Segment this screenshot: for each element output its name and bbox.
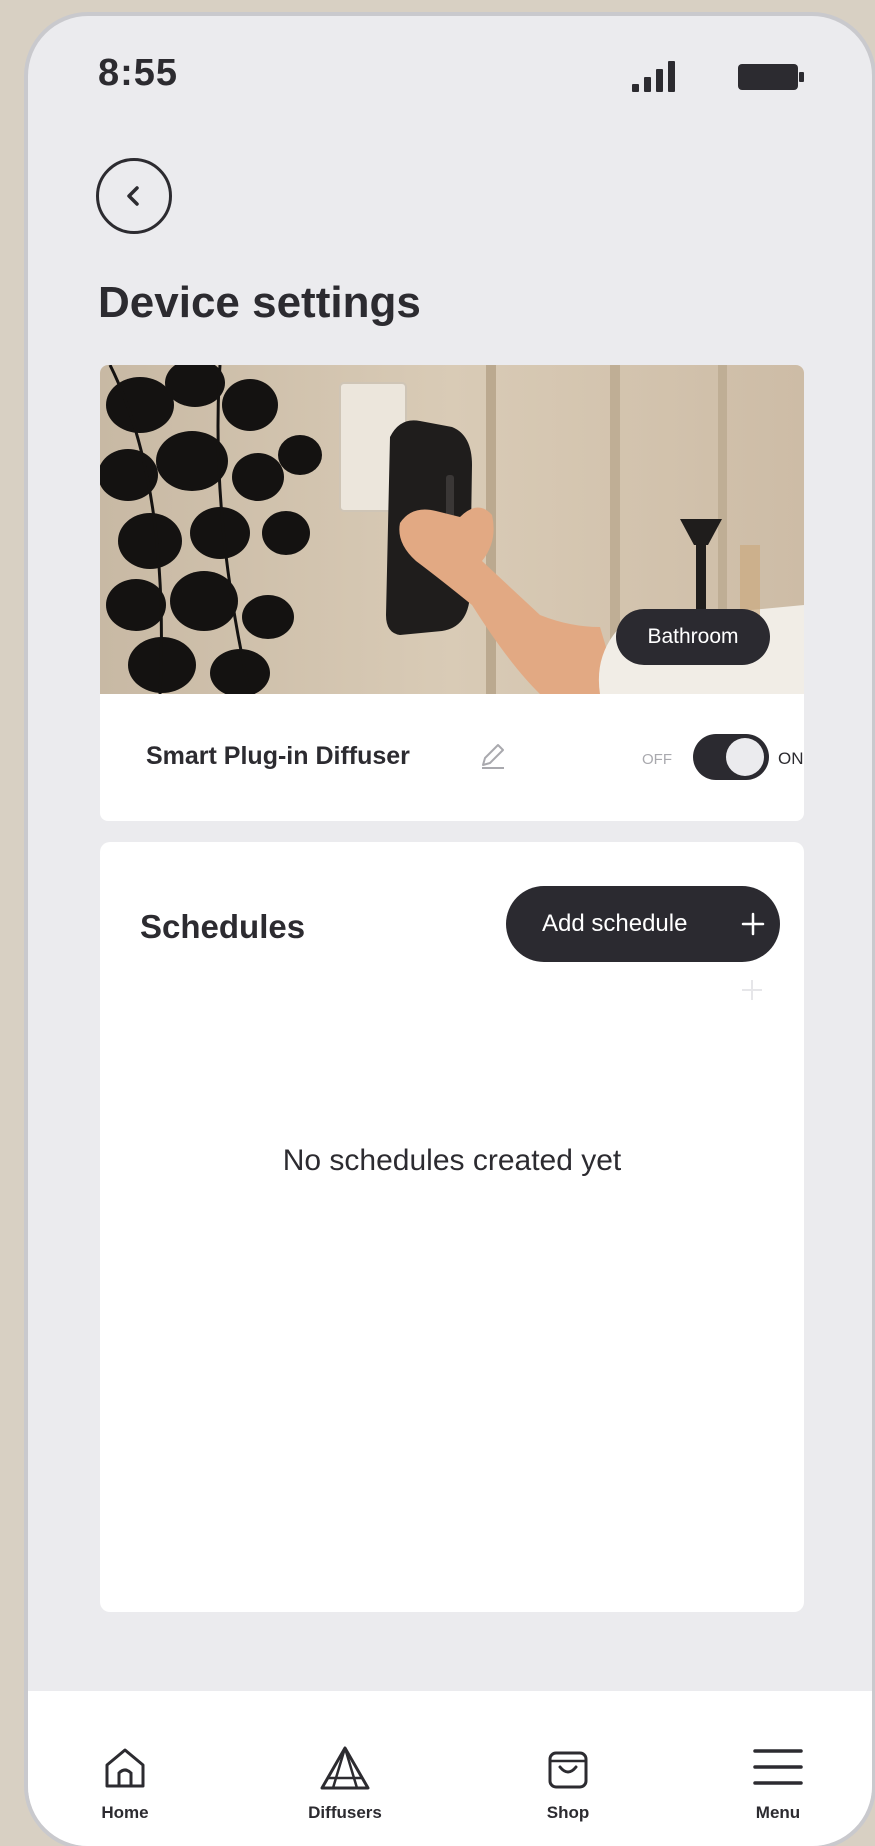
back-button[interactable] (96, 158, 172, 234)
home-icon (105, 1748, 145, 1788)
add-schedule-label: Add schedule (542, 910, 688, 937)
device-card: Bathroom Smart Plug-in Diffuser OFF ON (100, 365, 804, 821)
tab-shop-label: Shop (546, 1803, 590, 1822)
status-bar: 8:55 (28, 16, 872, 126)
phone-screen: 8:55 Device settings Bathroom Smart Plug… (28, 16, 872, 1846)
pencil-edit-icon[interactable] (476, 740, 508, 772)
device-name: Smart Plug-in Diffuser (146, 742, 410, 770)
toggle-knob (726, 738, 764, 776)
tab-menu[interactable]: Menu (708, 1691, 848, 1841)
diffuser-icon (320, 1746, 370, 1790)
toggle-on-label: ON (778, 749, 804, 768)
hamburger-menu-icon (753, 1749, 803, 1785)
tab-home[interactable]: Home (55, 1691, 195, 1841)
room-badge[interactable]: Bathroom (616, 609, 770, 665)
empty-state-message: No schedules created yet (282, 1144, 622, 1177)
tab-home-label: Home (101, 1803, 149, 1822)
signal-icon (632, 61, 675, 92)
chevron-left-icon (127, 186, 139, 206)
faint-plus-icon (742, 980, 762, 1000)
schedules-title: Schedules (140, 908, 306, 945)
shopping-bag-icon (548, 1751, 588, 1789)
plus-icon (741, 912, 765, 936)
page-title: Device settings (98, 278, 421, 327)
tab-diffusers-label: Diffusers (308, 1803, 382, 1822)
tab-shop[interactable]: Shop (498, 1691, 638, 1841)
toggle-off-label: OFF (642, 751, 672, 768)
add-schedule-button[interactable]: Add schedule (506, 886, 780, 962)
schedules-card: Schedules Add schedule No schedules crea… (100, 842, 804, 1612)
tab-diffusers[interactable]: Diffusers (275, 1691, 415, 1841)
tab-menu-label: Menu (755, 1803, 801, 1822)
bottom-tab-bar: Home Diffusers Shop Menu (28, 1691, 872, 1846)
battery-icon (738, 64, 804, 90)
power-toggle[interactable] (693, 734, 769, 780)
status-time: 8:55 (98, 52, 179, 94)
device-name-row: Smart Plug-in Diffuser OFF ON (100, 694, 804, 821)
